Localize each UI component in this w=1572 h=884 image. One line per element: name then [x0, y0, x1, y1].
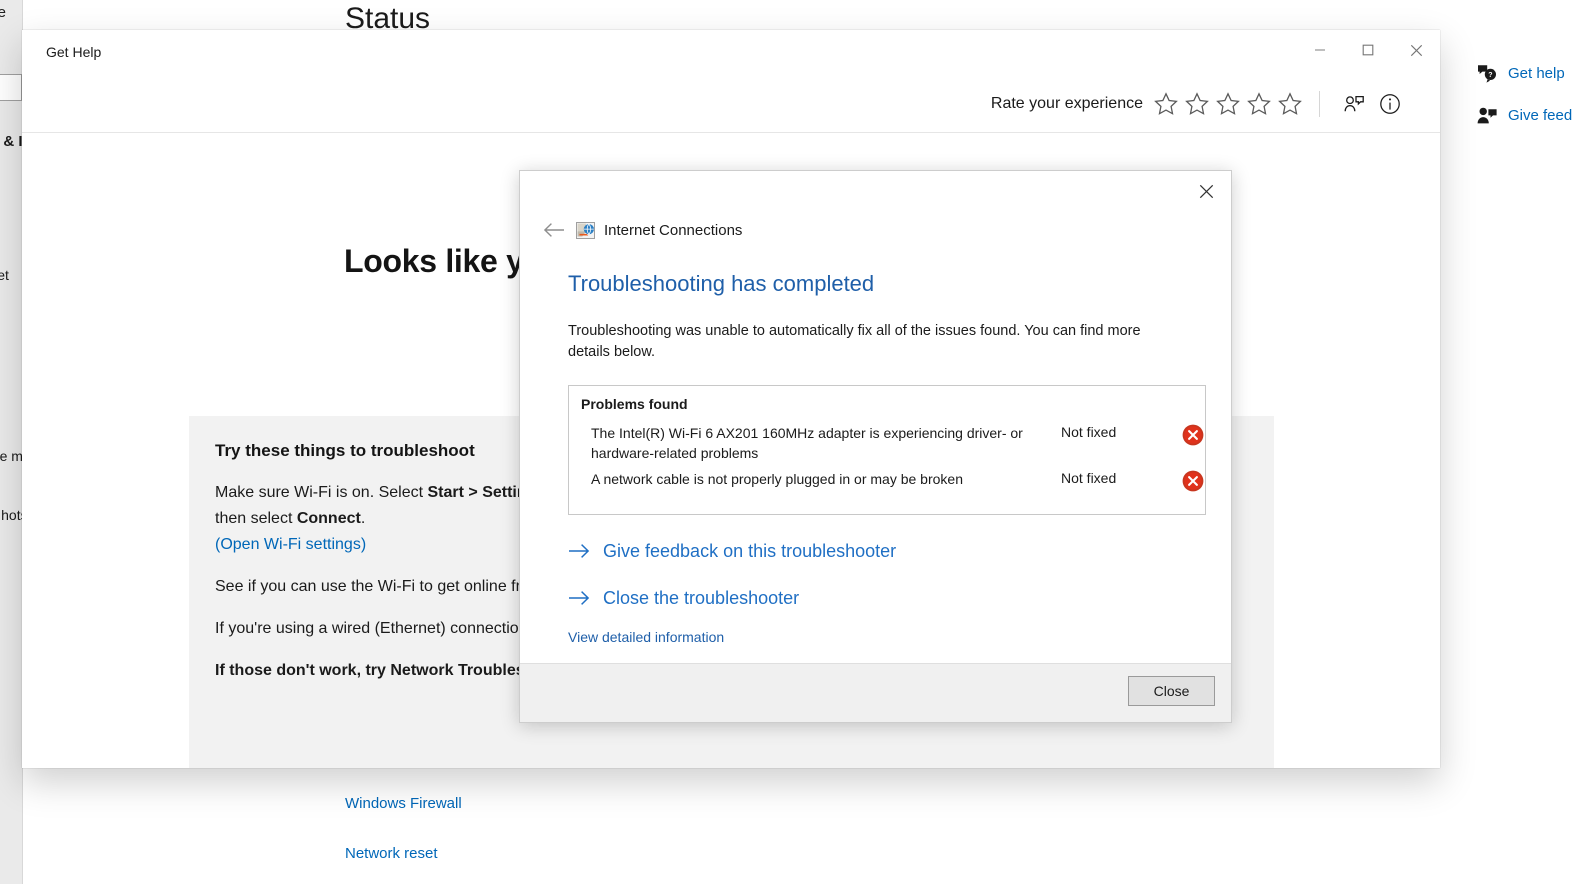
problem-description: The Intel(R) Wi-Fi 6 AX201 160MHz adapte… [591, 425, 1023, 461]
settings-link[interactable]: Windows Firewall [345, 795, 775, 812]
close-troubleshooter-action-label: Close the troubleshooter [603, 587, 800, 608]
divider [1319, 91, 1320, 117]
problem-description: A network cable is not properly plugged … [591, 470, 963, 487]
problems-found-box: Problems found The Intel(R) Wi-Fi 6 AX20… [568, 385, 1206, 515]
info-button[interactable] [1372, 86, 1408, 122]
settings-search-input[interactable]: Find a setting [0, 74, 22, 101]
tip-bold: Connect [296, 510, 361, 528]
give-feedback-icon [1476, 104, 1498, 126]
get-help-link[interactable]: ? Get help [1476, 60, 1572, 86]
sidebar-item-airplane-mode[interactable]: Airplane mode [0, 448, 22, 464]
open-wifi-settings-link[interactable]: (Open Wi-Fi settings) [215, 536, 366, 553]
sidebar-item-home[interactable]: Home [0, 4, 6, 21]
star-icon-5[interactable] [1277, 91, 1303, 117]
close-dialog-button[interactable]: Close [1128, 676, 1215, 706]
rating-bar: Rate your experience [22, 76, 1440, 133]
view-detailed-information-link[interactable]: View detailed information [568, 629, 1217, 645]
give-feedback-action-label: Give feedback on this troubleshooter [603, 540, 897, 561]
dialog-actions: Give feedback on this troubleshooter Clo… [568, 541, 1217, 645]
close-troubleshooter-action[interactable]: Close the troubleshooter [568, 588, 1217, 609]
give-feedback-link[interactable]: Give feedback [1476, 102, 1572, 128]
tip-text: . [360, 510, 366, 528]
star-rating[interactable] [1153, 91, 1303, 117]
error-icon [1182, 470, 1204, 492]
problem-status: Not fixed [1061, 424, 1117, 441]
get-help-title: Get Help [46, 44, 102, 60]
star-icon-1[interactable] [1153, 91, 1179, 117]
rating-label: Rate your experience [990, 95, 1143, 112]
star-icon-2[interactable] [1184, 91, 1210, 117]
give-feedback-action[interactable]: Give feedback on this troubleshooter [568, 541, 1217, 562]
problems-found-title: Problems found [581, 396, 688, 413]
star-icon-4[interactable] [1246, 91, 1272, 117]
dialog-heading: Troubleshooting has completed [568, 271, 875, 296]
arrow-right-icon [568, 589, 590, 607]
back-arrow-icon [543, 223, 564, 237]
problem-row: The Intel(R) Wi-Fi 6 AX201 160MHz adapte… [569, 421, 1205, 467]
settings-sidebar: Home Find a setting Network & Internet S… [0, 0, 23, 884]
arrow-right-icon [568, 542, 590, 560]
get-help-label: Get help [1508, 64, 1565, 82]
get-help-titlebar: Get Help [22, 30, 1440, 76]
sidebar-section-title: Network & Internet [0, 133, 23, 150]
back-button[interactable] [536, 215, 572, 245]
close-button[interactable] [1392, 30, 1440, 70]
info-icon [1380, 94, 1400, 114]
close-icon [1199, 184, 1213, 198]
get-help-icon: ? [1476, 62, 1498, 84]
tip-text: Make sure Wi-Fi is on. Select [215, 484, 428, 501]
settings-link[interactable]: Network reset [345, 845, 775, 862]
sidebar-item-mobile-hotspot[interactable]: Mobile hotspot [0, 507, 22, 523]
window-controls [1296, 30, 1440, 70]
sidebar-item-ethernet[interactable]: Ethernet [0, 267, 9, 283]
internet-connections-icon [576, 221, 595, 239]
svg-text:?: ? [1488, 72, 1492, 79]
dialog-nav-title: Internet Connections [604, 221, 743, 239]
dialog-description: Troubleshooting was unable to automatica… [568, 323, 1141, 361]
rate-your-experience: Rate your experience [991, 84, 1408, 124]
dialog-close-button[interactable] [1185, 175, 1227, 207]
error-icon [1182, 424, 1204, 446]
troubleshooter-dialog: Internet Connections Troubleshooting has… [519, 170, 1232, 723]
problem-status: Not fixed [1061, 469, 1117, 486]
dialog-nav: Internet Connections [536, 215, 742, 245]
settings-help-links: ? Get help Give feedback [1476, 60, 1572, 144]
give-feedback-label: Give feedback [1508, 106, 1572, 124]
minimize-button[interactable] [1296, 30, 1344, 70]
screen: Status View hardware and connection prop… [0, 0, 1572, 884]
contact-support-button[interactable] [1336, 86, 1372, 122]
problem-row: A network cable is not properly plugged … [569, 467, 1205, 496]
maximize-button[interactable] [1344, 30, 1392, 70]
star-icon-3[interactable] [1215, 91, 1241, 117]
dialog-content: Troubleshooting has completed Troublesho… [568, 271, 1217, 645]
contact-support-icon [1344, 95, 1364, 112]
dialog-footer: Close [520, 663, 1231, 722]
